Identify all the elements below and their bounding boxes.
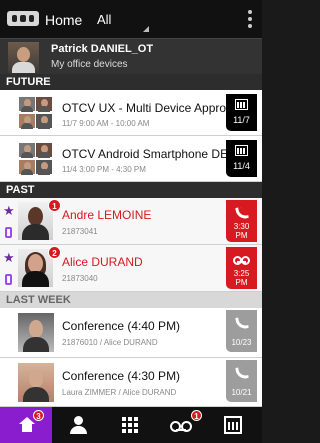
phone-icon [235, 206, 249, 220]
voicemail-notification-badge: 1 [191, 410, 202, 421]
app-logo-icon [7, 11, 39, 26]
user-devices: My office devices [51, 59, 128, 70]
top-action-bar: Home All [0, 0, 262, 38]
future-meeting-row-2[interactable]: OTCV Android Smartphone DE... 11/4 3:00 … [0, 136, 262, 182]
call-period: PM [235, 231, 248, 240]
mobile-device-icon [5, 274, 12, 285]
voicemail-icon [233, 256, 250, 265]
contact-name: Andre LEMOINE [62, 208, 152, 222]
home-title: Home [45, 12, 83, 28]
voicemail-badge[interactable]: 3:25 PM [226, 247, 257, 289]
past-call-row-1[interactable]: ★ 1 Andre LEMOINE 21873041 3:30 PM [0, 198, 262, 245]
conference-date: 10/23 [231, 338, 252, 347]
meeting-title: OTCV UX - Multi Device Approa... [62, 101, 243, 115]
user-icon [70, 416, 87, 434]
nav-voicemail-tab[interactable]: 1 [156, 407, 208, 443]
bottom-navigation: 3 1 [0, 407, 262, 443]
participants-avatar-group [18, 96, 56, 130]
avatar [8, 42, 39, 73]
conference-participants: 21876010 / Alice DURAND [62, 338, 158, 347]
phone-icon [235, 366, 249, 380]
filter-dropdown-icon[interactable] [143, 26, 149, 32]
voicemail-icon [170, 421, 192, 432]
calendar-date-badge: 11/4 [226, 140, 257, 177]
calendar-date-badge: 11/7 [226, 94, 257, 131]
conference-participants: Laura ZIMMER / Alice DURAND [62, 388, 177, 397]
nav-calendar-tab[interactable] [208, 407, 262, 443]
grid-icon [122, 417, 138, 433]
contact-number: 21873041 [62, 227, 98, 236]
user-name: Patrick DANIEL_OT [51, 43, 154, 55]
missed-count-badge: 2 [48, 246, 61, 259]
nav-dialpad-tab[interactable] [104, 407, 156, 443]
past-call-row-2[interactable]: ★ 2 Alice DURAND 21873040 3:25 PM [0, 245, 262, 292]
conference-avatar [18, 313, 54, 352]
conference-title: Conference (4:30 PM) [62, 369, 181, 383]
call-time: 3:30 [233, 222, 250, 231]
voicemail-period: PM [235, 278, 248, 287]
voicemail-time: 3:25 [233, 269, 250, 278]
meeting-date: 11/7 [233, 115, 250, 125]
calendar-icon [235, 145, 248, 156]
meeting-time: 11/4 3:00 PM - 4:30 PM [62, 165, 146, 174]
future-meeting-row-1[interactable]: OTCV UX - Multi Device Approa... 11/7 9:… [0, 90, 262, 136]
section-past-header: PAST [0, 182, 262, 198]
meeting-title: OTCV Android Smartphone DE... [62, 147, 239, 161]
conference-date: 10/21 [231, 388, 252, 397]
nav-home-tab[interactable]: 3 [0, 407, 52, 443]
history-date-badge[interactable]: 10/21 [226, 360, 257, 402]
conference-avatar [18, 363, 54, 402]
calendar-icon [224, 416, 242, 434]
phone-icon [235, 316, 249, 330]
meeting-date: 11/4 [233, 161, 250, 171]
contact-name: Alice DURAND [62, 255, 143, 269]
nav-contacts-tab[interactable] [52, 407, 104, 443]
history-date-badge[interactable]: 10/23 [226, 310, 257, 352]
meeting-time: 11/7 9:00 AM - 10:00 AM [62, 119, 150, 128]
participants-avatar-group [18, 142, 56, 176]
missed-count-badge: 1 [48, 199, 61, 212]
favorite-star-icon: ★ [3, 203, 15, 218]
missed-call-badge[interactable]: 3:30 PM [226, 200, 257, 242]
conference-row-2[interactable]: Conference (4:30 PM) Laura ZIMMER / Alic… [0, 358, 262, 407]
section-last-week-header: LAST WEEK [0, 292, 262, 308]
user-profile-header[interactable]: Patrick DANIEL_OT My office devices [0, 38, 262, 74]
home-icon [18, 417, 35, 432]
section-future-header: FUTURE [0, 74, 262, 90]
conference-title: Conference (4:40 PM) [62, 319, 181, 333]
overflow-menu-icon[interactable] [240, 8, 258, 30]
contact-number: 21873040 [62, 274, 98, 283]
home-notification-badge: 3 [33, 410, 44, 421]
filter-dropdown[interactable]: All [97, 12, 111, 27]
calendar-icon [235, 99, 248, 110]
mobile-device-icon [5, 227, 12, 238]
conference-row-1[interactable]: Conference (4:40 PM) 21876010 / Alice DU… [0, 308, 262, 358]
favorite-star-icon: ★ [3, 250, 15, 265]
